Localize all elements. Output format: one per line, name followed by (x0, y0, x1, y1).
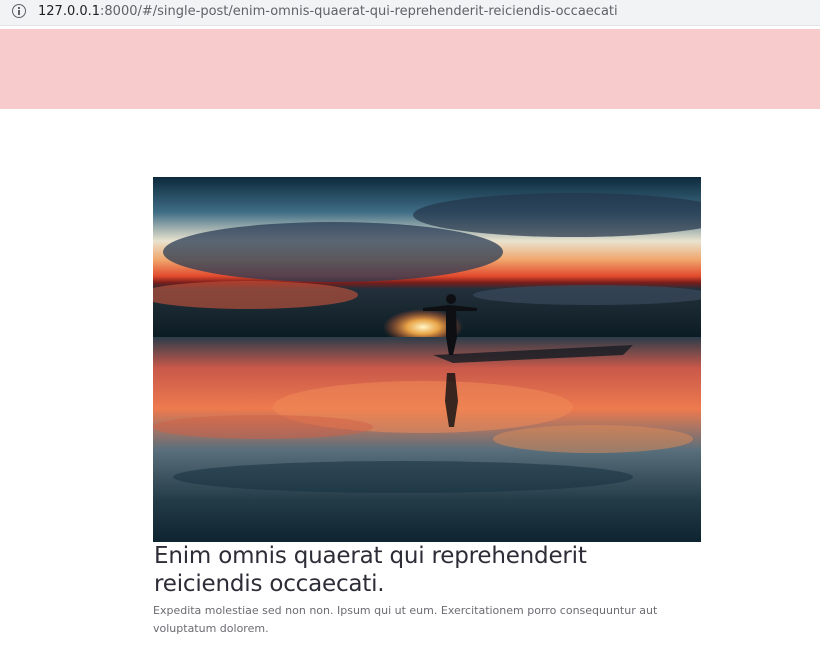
url-text[interactable]: 127.0.0.1:8000/#/single-post/enim-omnis-… (38, 3, 618, 21)
post-excerpt: Expedita molestiae sed non non. Ipsum qu… (153, 604, 658, 635)
site-header (0, 29, 820, 109)
post-title: Enim omnis quaerat qui reprehenderit rei… (154, 543, 587, 597)
info-icon[interactable] (12, 4, 26, 18)
url-path: :8000/#/single-post/enim-omnis-quaerat-q… (100, 4, 618, 19)
single-post: Enim omnis quaerat qui reprehenderit rei… (153, 177, 701, 638)
address-bar[interactable]: 127.0.0.1:8000/#/single-post/enim-omnis-… (0, 0, 820, 26)
post-image (153, 177, 701, 542)
url-host: 127.0.0.1 (38, 4, 101, 19)
